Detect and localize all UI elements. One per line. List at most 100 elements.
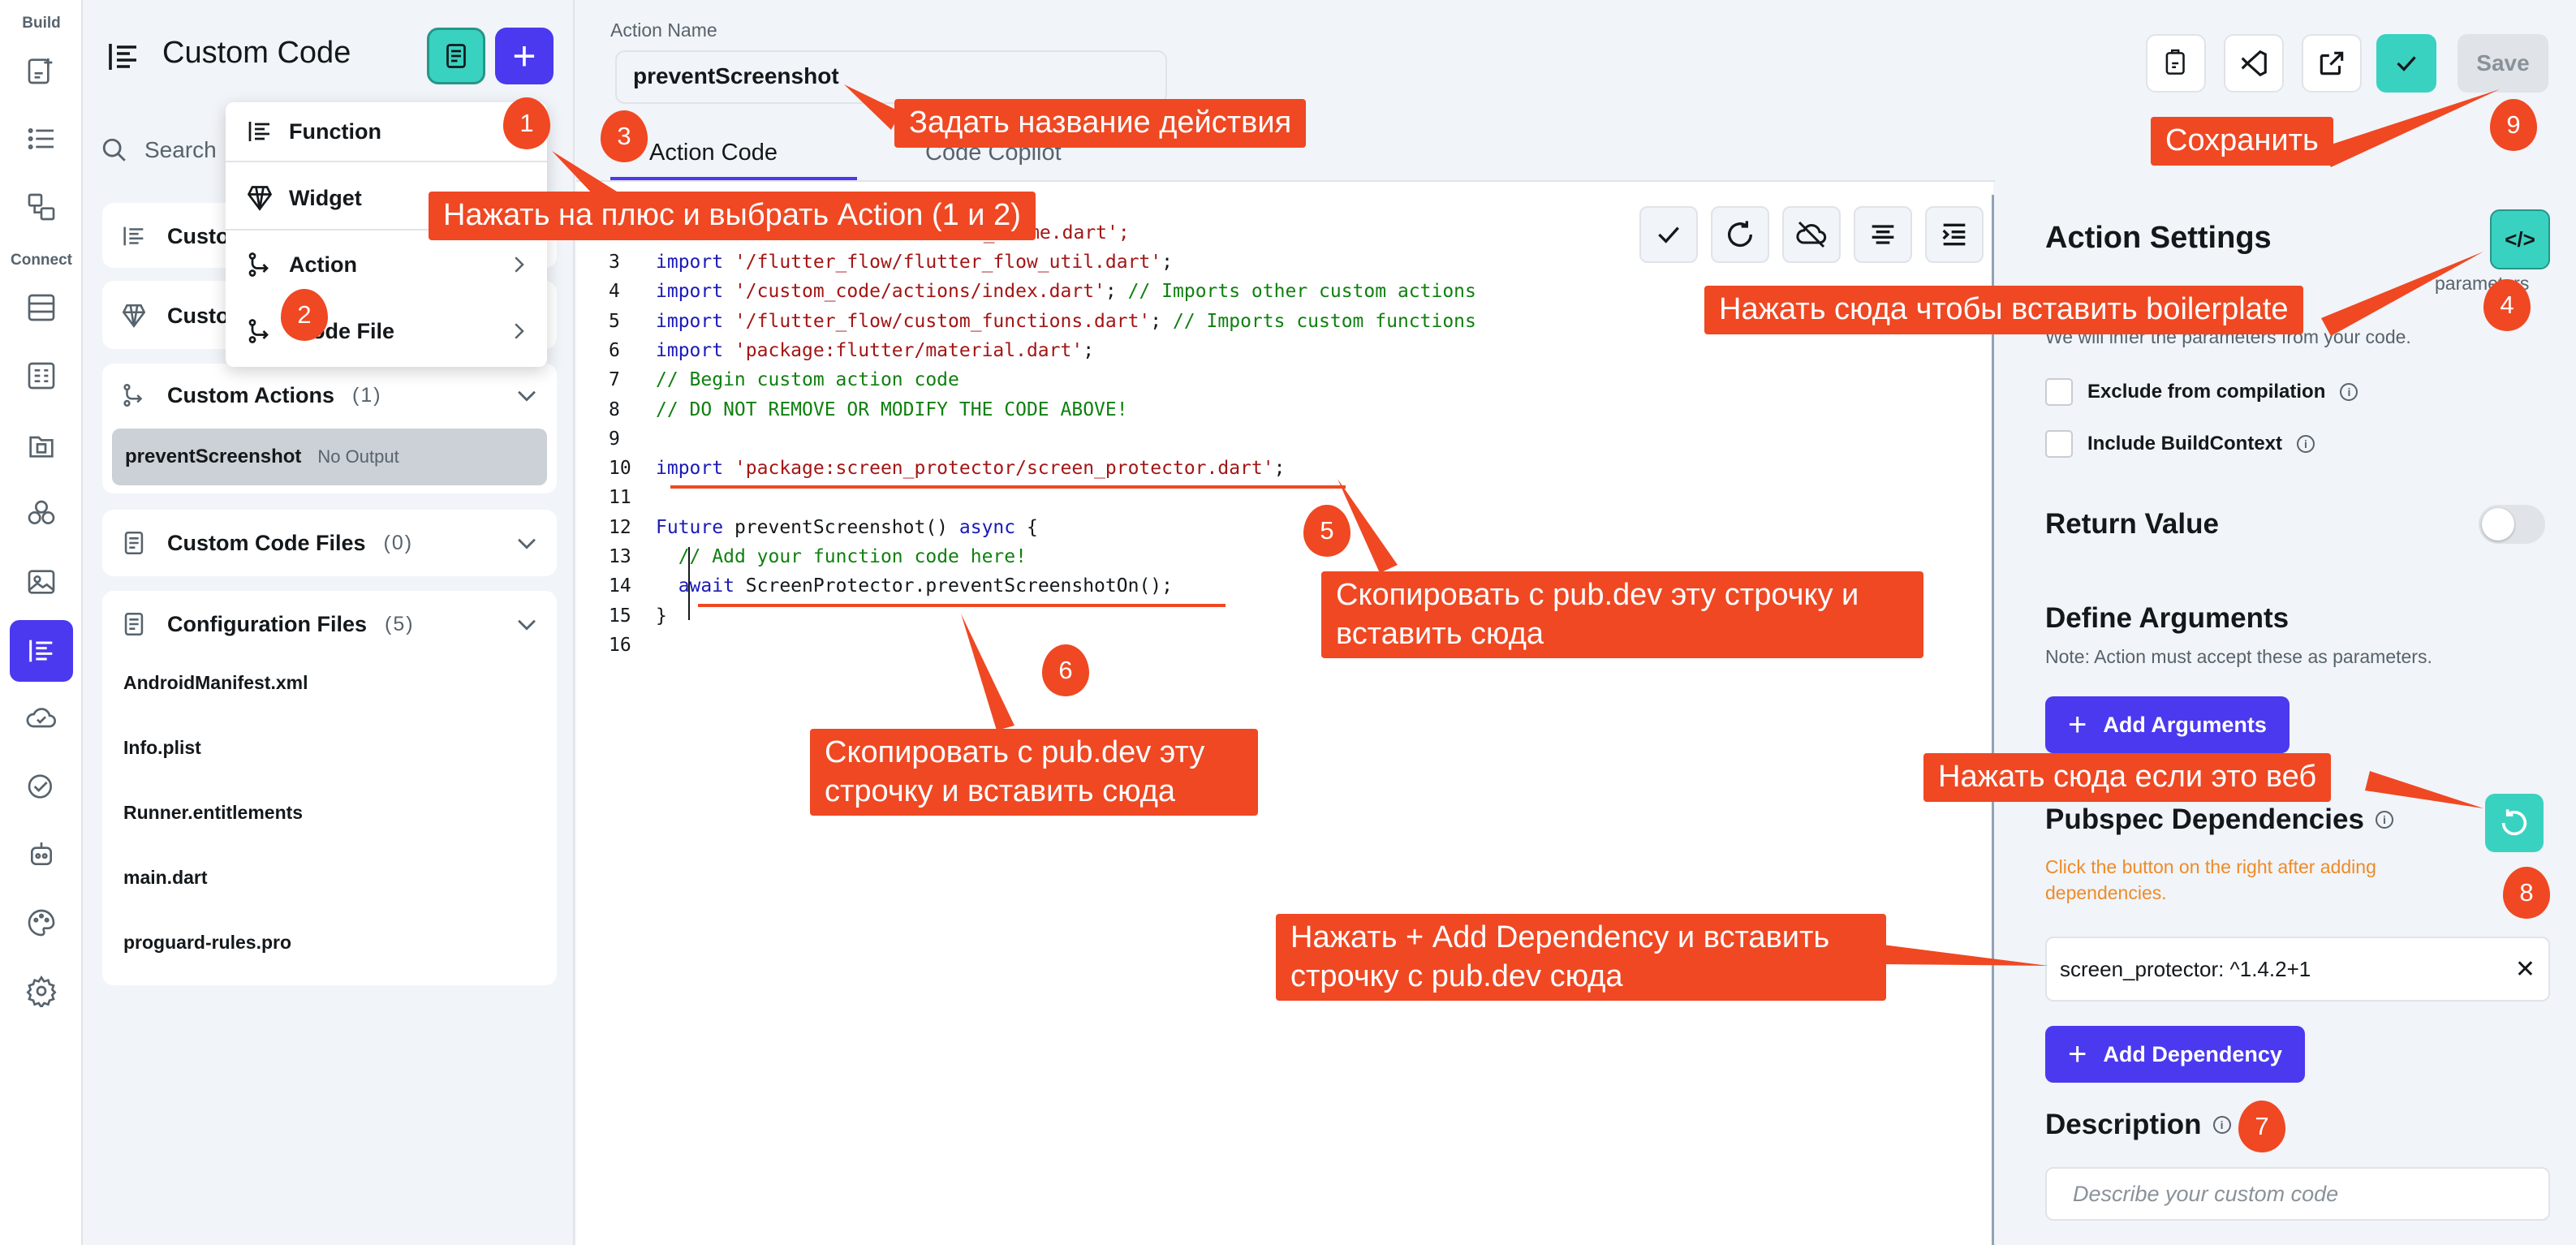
line-number: 16 <box>609 634 631 656</box>
config-file-item[interactable]: AndroidManifest.xml <box>123 672 308 694</box>
open-in-vscode-button[interactable] <box>2224 34 2284 93</box>
custom-actions-label: Custom Actions <box>167 382 335 407</box>
refresh-icon <box>2501 809 2527 836</box>
settings-gear-icon[interactable] <box>18 967 65 1015</box>
line-number: 7 <box>609 369 620 391</box>
dependency-value: screen_protector: ^1.4.2+1 <box>2060 956 2311 981</box>
refresh-dependencies-button[interactable] <box>2485 794 2544 852</box>
config-file-item[interactable]: Runner.entitlements <box>123 802 303 824</box>
add-arguments-button[interactable]: + Add Arguments <box>2045 696 2290 753</box>
check-icon <box>1658 226 1679 243</box>
pubspec-title: Pubspec Dependencies <box>2045 803 2364 835</box>
add-file-button[interactable] <box>427 28 485 84</box>
callout-copy-import: Скопировать с pub.dev эту строчку и вста… <box>1321 571 1923 658</box>
code-token: async <box>958 516 1016 538</box>
format-check-button[interactable] <box>1639 206 1698 263</box>
tab-action-code[interactable]: Action Code <box>649 140 778 166</box>
menu-item-function[interactable]: Function <box>245 107 531 156</box>
chevron-right-icon <box>515 323 524 339</box>
agents-icon[interactable] <box>18 831 65 878</box>
action-item-output-tag: No Output <box>317 446 399 467</box>
configuration-files-header[interactable]: Configuration Files (5) <box>120 604 541 644</box>
config-file-item[interactable]: main.dart <box>123 867 208 889</box>
step-marker: 4 <box>2483 279 2531 331</box>
dependency-input[interactable]: screen_protector: ^1.4.2+1 ✕ <box>2045 937 2550 1002</box>
include-buildcontext-row[interactable]: Include BuildContext i <box>2045 430 2315 458</box>
menu-item-widget-label: Widget <box>289 185 362 210</box>
widget-tree-icon[interactable] <box>18 115 65 162</box>
search-field[interactable]: Search <box>101 130 217 170</box>
menu-item-action[interactable]: Action <box>245 240 531 289</box>
code-line: 12 Future preventScreenshot() async { <box>609 517 1038 538</box>
close-icon[interactable]: ✕ <box>2515 955 2535 984</box>
align-center-button[interactable] <box>1854 206 1912 263</box>
exclude-from-compilation-row[interactable]: Exclude from compilation i <box>2045 378 2358 406</box>
callout-copy-await: Скопировать с pub.dev эту строчку и вста… <box>810 729 1258 816</box>
exclude-label: Exclude from compilation <box>2087 381 2326 403</box>
reset-code-button[interactable] <box>1711 206 1769 263</box>
add-custom-code-button[interactable]: + <box>495 28 554 84</box>
code-line: 15} <box>609 605 667 627</box>
info-icon: i <box>2212 1116 2231 1134</box>
copy-code-button[interactable] <box>2146 34 2206 93</box>
line-number: 5 <box>609 310 620 332</box>
toggle-knob <box>2482 508 2514 541</box>
menu-item-action-label: Action <box>289 252 357 277</box>
description-input[interactable]: Describe your custom code <box>2045 1167 2550 1221</box>
function-icon <box>123 226 144 246</box>
indent-icon <box>1942 223 1966 246</box>
code-text: } <box>656 605 667 627</box>
indent-button[interactable] <box>1925 206 1984 263</box>
code-file-branch-icon <box>248 319 269 343</box>
pubspec-header: Pubspec Dependencies i <box>2045 803 2393 836</box>
code-token: // Begin custom action code <box>656 369 959 391</box>
info-icon: i <box>2375 811 2393 829</box>
custom-code-icon[interactable] <box>10 620 73 682</box>
insert-boilerplate-button[interactable]: </> <box>2490 209 2550 269</box>
info-icon: i <box>2297 435 2315 453</box>
search-icon <box>102 138 126 162</box>
code-text: import '/custom_code/actions/index.dart'… <box>656 281 1476 302</box>
action-icon <box>123 383 143 407</box>
code-line: 13 // Add your function code here! <box>609 546 1027 567</box>
chevron-down-icon <box>518 619 536 631</box>
config-file-item[interactable]: Info.plist <box>123 737 201 759</box>
line-number: 12 <box>609 516 631 538</box>
action-item-preventscreenshot[interactable]: preventScreenshot No Output <box>112 429 547 485</box>
custom-functions-label: Custo <box>167 223 230 248</box>
api-calls-icon[interactable] <box>18 422 65 469</box>
theme-icon[interactable] <box>18 490 65 537</box>
tests-icon[interactable] <box>18 763 65 810</box>
action-name-input[interactable]: preventScreenshot <box>615 50 1167 104</box>
cloud-off-button[interactable] <box>1782 206 1841 263</box>
custom-code-files-group[interactable]: Custom Code Files (0) <box>102 510 557 576</box>
save-button[interactable]: Save <box>2458 34 2548 93</box>
cloud-functions-icon[interactable] <box>18 695 65 742</box>
storyboard-icon[interactable] <box>18 183 65 230</box>
chevron-down-icon <box>518 390 536 402</box>
config-file-icon <box>124 612 144 636</box>
custom-actions-header[interactable]: Custom Actions (1) <box>120 375 541 416</box>
external-link-icon <box>2320 51 2344 75</box>
code-text: import '/flutter_flow/custom_functions.d… <box>656 311 1476 332</box>
code-token: ; <box>1150 310 1173 332</box>
cloud-off-icon <box>1796 221 1827 248</box>
action-item-name: preventScreenshot <box>125 446 302 467</box>
add-dependency-button[interactable]: + Add Dependency <box>2045 1026 2305 1083</box>
code-text: // DO NOT REMOVE OR MODIFY THE CODE ABOV… <box>656 399 1128 420</box>
code-text: import 'package:flutter/material.dart'; <box>656 340 1094 361</box>
config-file-item[interactable]: proguard-rules.pro <box>123 932 291 954</box>
code-token: ScreenProtector.preventScreenshotOn(); <box>745 575 1173 597</box>
exclude-checkbox[interactable] <box>2045 378 2073 406</box>
underline-import-line <box>670 485 1346 489</box>
app-state-icon[interactable] <box>18 352 65 399</box>
database-icon[interactable] <box>18 284 65 331</box>
media-assets-icon[interactable] <box>18 558 65 605</box>
design-system-icon[interactable] <box>18 899 65 946</box>
open-external-button[interactable] <box>2302 34 2362 93</box>
include-context-checkbox[interactable] <box>2045 430 2073 458</box>
code-token: 'package:flutter/material.dart' <box>734 339 1083 361</box>
compile-check-button[interactable] <box>2376 34 2436 93</box>
add-page-icon[interactable] <box>18 47 65 94</box>
